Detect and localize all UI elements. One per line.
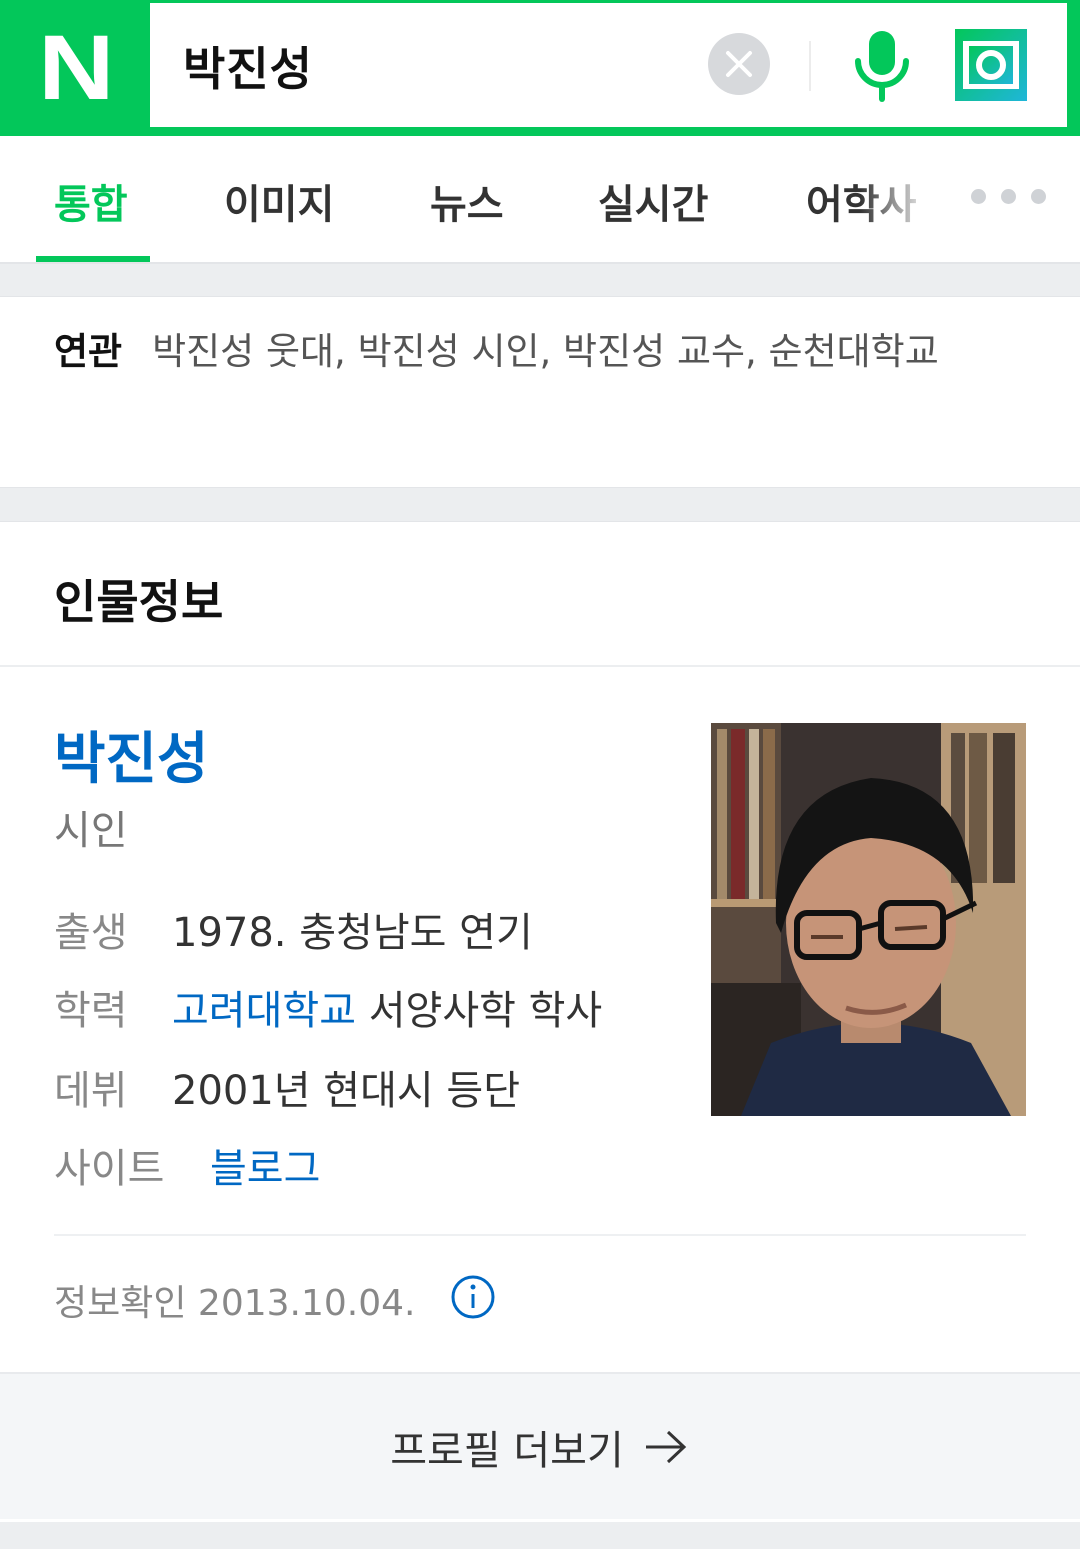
related-searches: 연관 박진성 웃대, 박진성 시인, 박진성 교수, 순천대학교 xyxy=(0,296,1080,488)
divider xyxy=(0,665,1080,667)
arrow-right-icon xyxy=(645,1430,686,1463)
search-tabs: 통합 이미지 뉴스 실시간 어학사 xyxy=(0,136,1080,264)
lens-search-button[interactable] xyxy=(955,29,1027,101)
person-info-card: 인물정보 박진성 시인 출생 1978. 충청남도 연기 학력 고려대학교 서양사학… xyxy=(0,521,1080,1522)
site-label: 사이트 xyxy=(54,1146,165,1192)
dot-icon xyxy=(1030,188,1046,204)
close-icon xyxy=(726,51,752,77)
more-tabs-button[interactable] xyxy=(960,176,1056,216)
debut-row: 데뷔 2001년 현대시 등단 xyxy=(54,1058,520,1116)
more-profile-button[interactable]: 프로필 더보기 xyxy=(0,1372,1080,1519)
section-title: 인물정보 xyxy=(54,575,224,629)
birth-label: 출생 xyxy=(54,910,128,956)
tab-news[interactable]: 뉴스 xyxy=(430,172,504,230)
birth-row: 출생 1978. 충청남도 연기 xyxy=(54,900,533,958)
related-keywords[interactable]: 박진성 웃대, 박진성 시인, 박진성 교수, 순천대학교 xyxy=(152,330,939,373)
debut-value: 2001년 현대시 등단 xyxy=(172,1068,521,1114)
tab-fade xyxy=(860,136,950,256)
education-row: 학력 고려대학교 서양사학 학사 xyxy=(54,978,602,1036)
search-input[interactable]: 박진성 xyxy=(183,33,313,99)
person-photo[interactable] xyxy=(711,723,1026,1116)
divider xyxy=(54,1234,1026,1236)
logo-text: N xyxy=(37,17,114,119)
site-row: 사이트 블로그 xyxy=(54,1136,320,1194)
naver-logo[interactable]: N xyxy=(0,0,150,136)
voice-search-button[interactable] xyxy=(848,27,916,103)
school-link[interactable]: 고려대학교 xyxy=(172,988,356,1034)
blog-link[interactable]: 블로그 xyxy=(210,1146,320,1192)
more-profile-label: 프로필 더보기 xyxy=(390,1427,624,1474)
active-tab-indicator xyxy=(36,256,150,262)
tab-images[interactable]: 이미지 xyxy=(224,172,334,230)
lens-search-icon xyxy=(955,29,1027,101)
person-name-link[interactable]: 박진성 xyxy=(54,714,209,795)
debut-label: 데뷔 xyxy=(54,1068,128,1114)
related-searches-text: 연관 박진성 웃대, 박진성 시인, 박진성 교수, 순천대학교 xyxy=(54,315,1014,389)
tab-realtime[interactable]: 실시간 xyxy=(598,172,708,230)
microphone-icon xyxy=(855,31,909,102)
tab-integrated[interactable]: 통합 xyxy=(54,172,128,230)
dot-icon xyxy=(1000,188,1016,204)
related-label: 연관 xyxy=(54,330,123,373)
info-icon[interactable] xyxy=(450,1274,496,1320)
dot-icon xyxy=(970,188,986,204)
search-header: N 박진성 xyxy=(0,0,1080,136)
birth-value: 1978. 충청남도 연기 xyxy=(172,910,533,956)
person-occupation: 시인 xyxy=(54,808,128,854)
info-verified-date: 정보확인 2013.10.04. xyxy=(54,1283,416,1324)
clear-button[interactable] xyxy=(708,33,770,95)
education-label: 학력 xyxy=(54,988,128,1034)
search-box[interactable]: 박진성 xyxy=(150,3,1067,127)
education-detail: 서양사학 학사 xyxy=(368,988,603,1034)
divider xyxy=(809,41,811,91)
